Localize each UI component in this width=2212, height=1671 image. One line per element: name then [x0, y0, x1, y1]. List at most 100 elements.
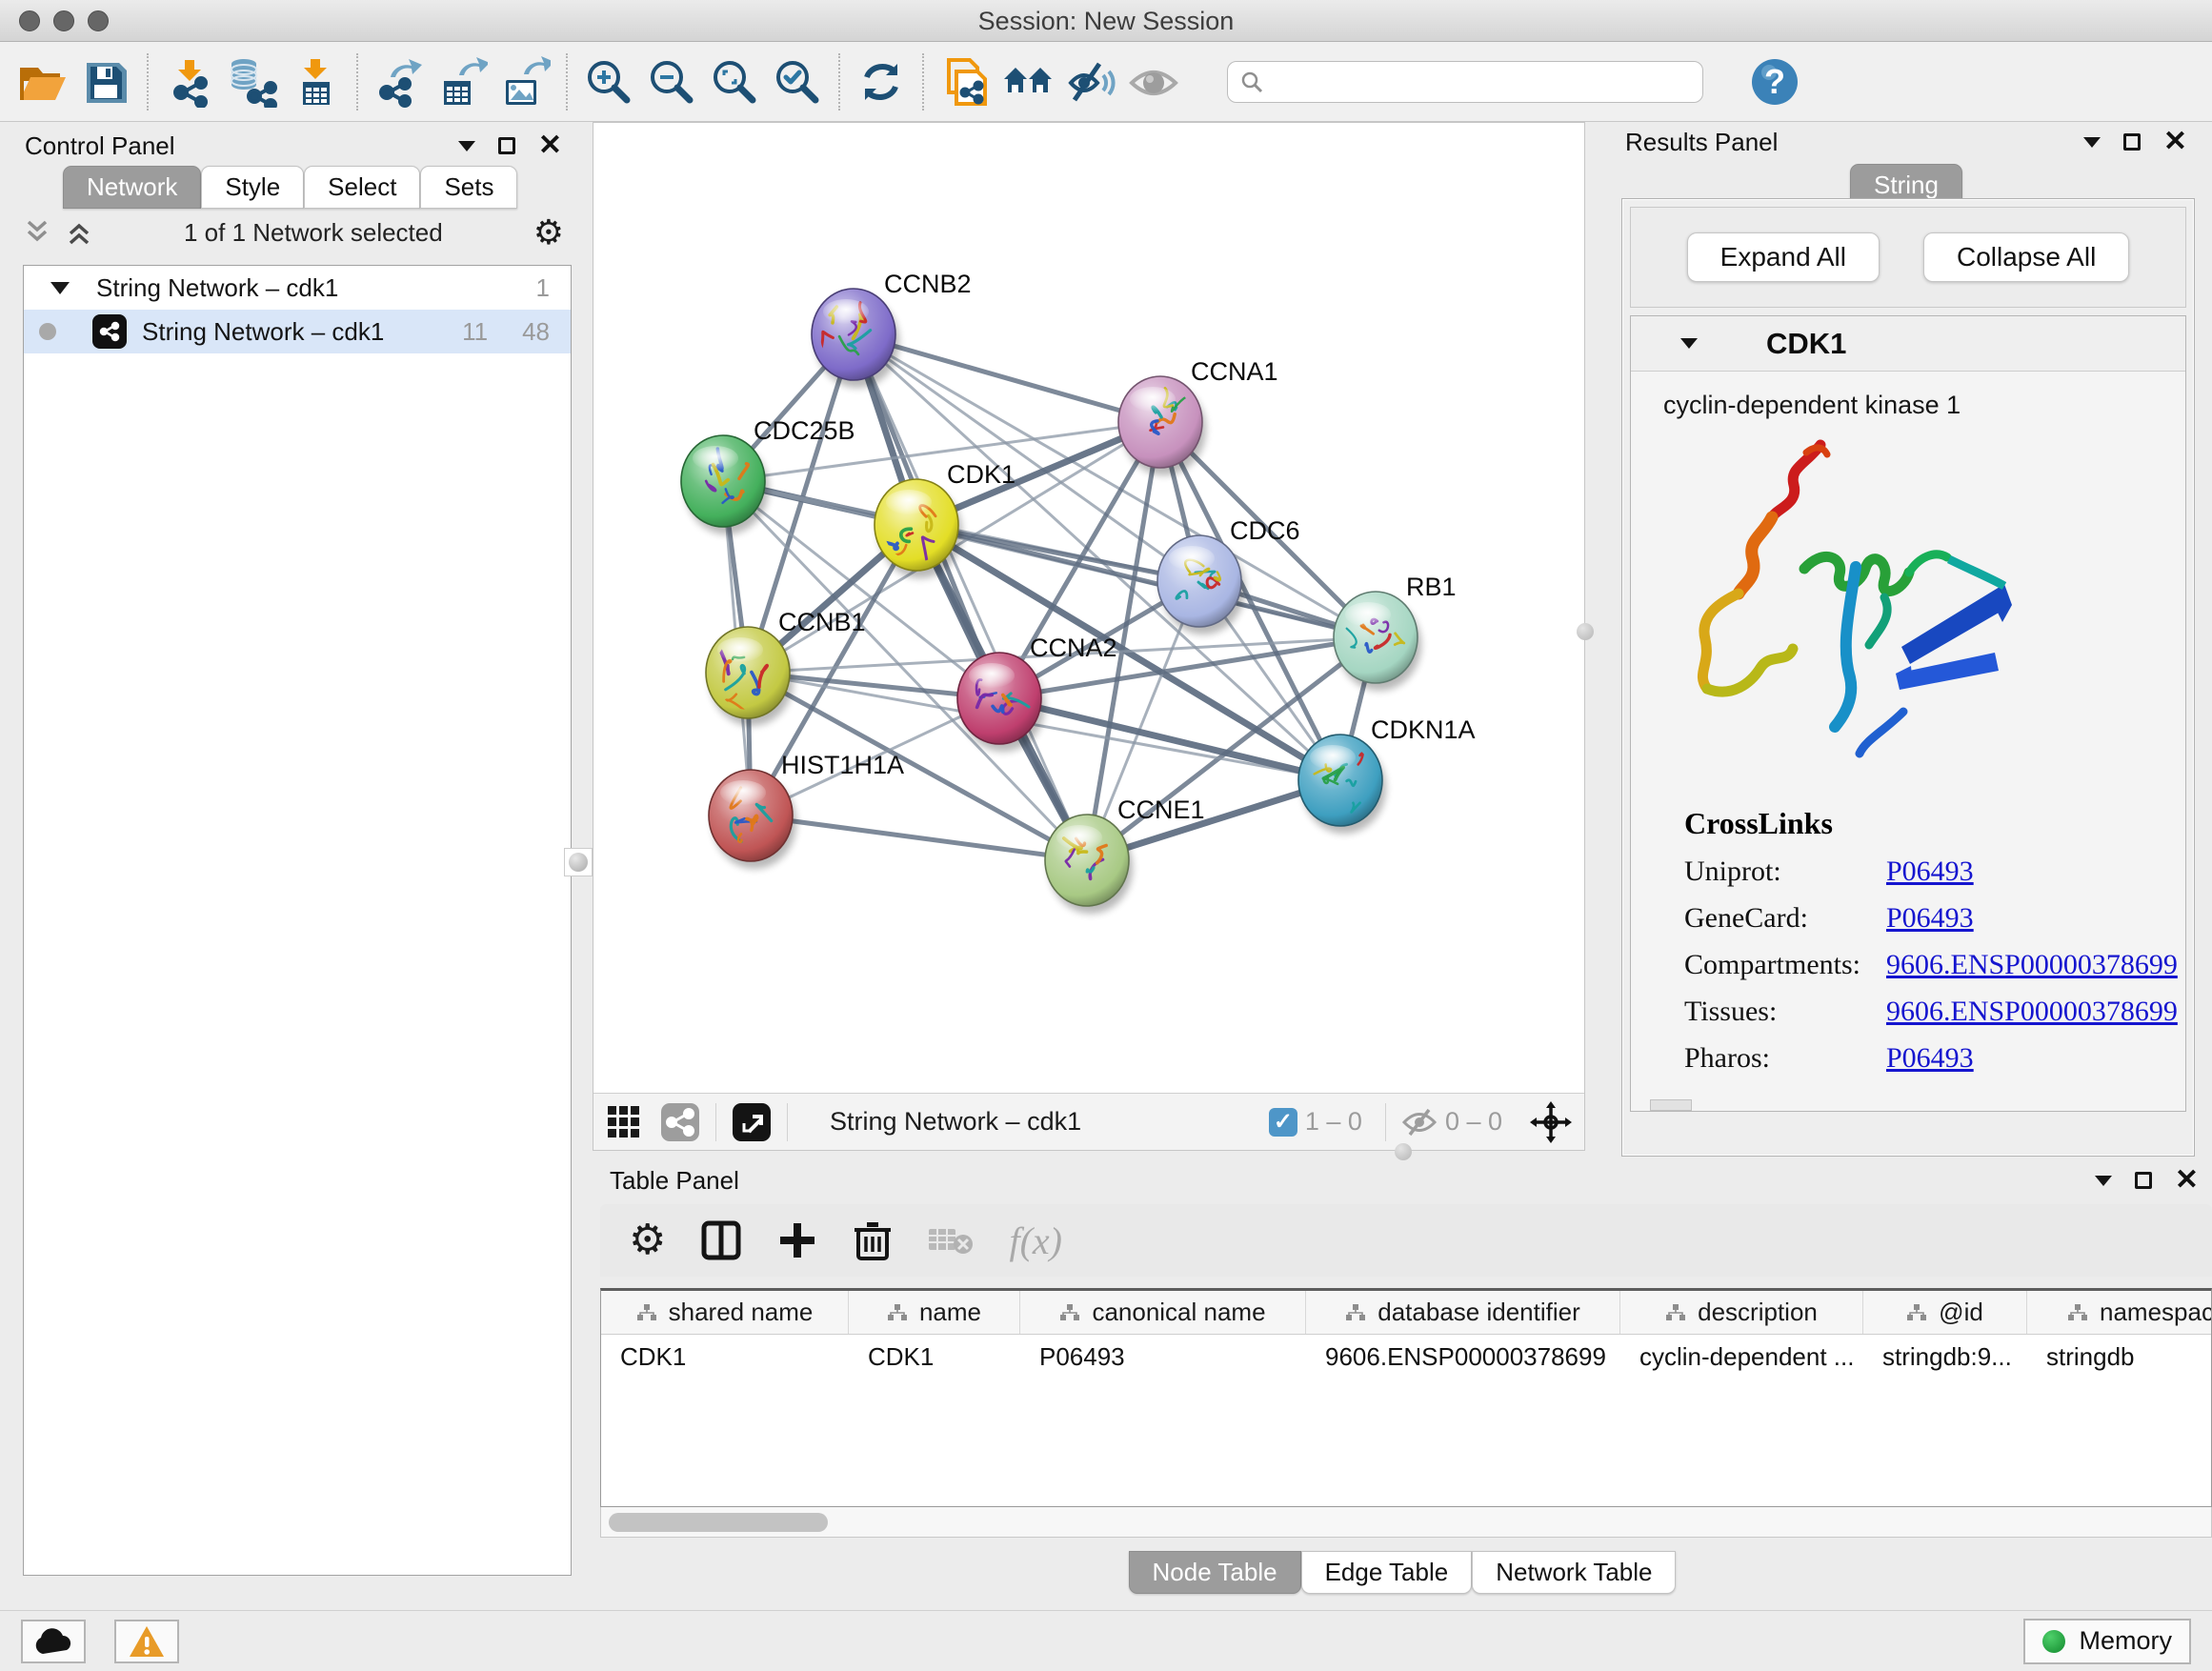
- column-header[interactable]: description: [1620, 1291, 1863, 1334]
- export-network-icon[interactable]: [368, 50, 431, 113]
- crosslink-value[interactable]: 9606.ENSP00000378699: [1886, 949, 2178, 981]
- open-session-icon[interactable]: [11, 50, 74, 113]
- table-cell[interactable]: stringdb:9...: [1863, 1335, 2027, 1379]
- import-table-icon[interactable]: [284, 50, 347, 113]
- node-CDC6[interactable]: CDC6: [1157, 516, 1300, 634]
- expand-all-icon[interactable]: [65, 216, 93, 249]
- cloud-button[interactable]: [21, 1620, 86, 1663]
- network-options-gear-icon[interactable]: ⚙: [533, 215, 564, 250]
- hide-graphics-details-icon[interactable]: [1059, 50, 1122, 113]
- clone-network-icon[interactable]: [934, 50, 996, 113]
- detach-view-icon[interactable]: [732, 1102, 772, 1142]
- memory-button[interactable]: Memory: [2023, 1619, 2191, 1664]
- edge-CCNA2-CDKN1A[interactable]: [999, 698, 1340, 780]
- float-panel-icon[interactable]: [2123, 133, 2141, 151]
- column-header[interactable]: namespace: [2027, 1291, 2212, 1334]
- node-HIST1H1A[interactable]: HIST1H1A: [709, 751, 904, 869]
- panel-menu-icon[interactable]: [2095, 1176, 2112, 1186]
- zoom-in-icon[interactable]: [577, 50, 640, 113]
- network-collection-row[interactable]: String Network – cdk1 1: [24, 266, 571, 310]
- crosslink-value[interactable]: 9606.ENSP00000378699: [1886, 996, 2178, 1028]
- table-cell[interactable]: CDK1: [849, 1335, 1020, 1379]
- table-horizontal-scrollbar[interactable]: [600, 1507, 2212, 1538]
- column-header[interactable]: shared name: [601, 1291, 849, 1334]
- edge-HIST1H1A-CCNE1[interactable]: [751, 815, 1087, 860]
- column-header[interactable]: name: [849, 1291, 1020, 1334]
- navigate-crosshair-icon[interactable]: [1529, 1100, 1573, 1144]
- crosslink-label: Pharos:: [1684, 1042, 1886, 1075]
- panel-menu-icon[interactable]: [2083, 137, 2101, 148]
- network-graph[interactable]: CCNB2CCNA1CDC25BCDK1CDC6RB1CCNB1CCNA2CDK…: [593, 123, 1584, 1093]
- export-table-icon[interactable]: [431, 50, 493, 113]
- warnings-button[interactable]: [114, 1620, 179, 1663]
- tab-network[interactable]: Network: [63, 166, 201, 209]
- control-panel-title: Control Panel: [25, 131, 175, 161]
- node-CDKN1A[interactable]: CDKN1A: [1298, 715, 1476, 834]
- float-panel-icon[interactable]: [2135, 1172, 2152, 1189]
- network-row[interactable]: String Network – cdk1 11 48: [24, 310, 571, 353]
- show-all-networks-icon[interactable]: [996, 50, 1059, 113]
- vertical-splitter-handle[interactable]: [564, 848, 593, 876]
- table-cell[interactable]: CDK1: [601, 1335, 849, 1379]
- gene-header[interactable]: CDK1: [1631, 316, 2185, 372]
- column-header[interactable]: @id: [1863, 1291, 2027, 1334]
- tab-node-table[interactable]: Node Table: [1129, 1551, 1301, 1594]
- hidden-items-eye-icon: [1401, 1108, 1438, 1137]
- help-icon[interactable]: ?: [1743, 50, 1806, 113]
- table-cell[interactable]: stringdb: [2027, 1335, 2212, 1379]
- zoom-out-icon[interactable]: [640, 50, 703, 113]
- crosslink-value[interactable]: P06493: [1886, 902, 1974, 935]
- float-panel-icon[interactable]: [498, 137, 515, 154]
- delete-column-icon[interactable]: [853, 1218, 893, 1262]
- close-panel-icon[interactable]: ✕: [538, 131, 562, 160]
- export-image-icon[interactable]: [493, 50, 556, 113]
- panel-menu-icon[interactable]: [458, 141, 475, 151]
- node-CDK1[interactable]: CDK1: [875, 460, 1016, 578]
- tab-network-table[interactable]: Network Table: [1472, 1551, 1676, 1594]
- collection-expander-icon[interactable]: [50, 282, 70, 294]
- selected-items-checkbox-icon[interactable]: ✓: [1269, 1108, 1297, 1137]
- collapse-all-button[interactable]: Collapse All: [1923, 232, 2129, 282]
- table-cell[interactable]: P06493: [1020, 1335, 1306, 1379]
- close-window-button[interactable]: [19, 10, 40, 31]
- tab-edge-table[interactable]: Edge Table: [1301, 1551, 1473, 1594]
- horizontal-splitter-handle[interactable]: [1395, 1143, 1412, 1160]
- import-network-icon[interactable]: [158, 50, 221, 113]
- tab-sets[interactable]: Sets: [420, 166, 517, 209]
- table-cell[interactable]: 9606.ENSP00000378699: [1306, 1335, 1620, 1379]
- zoom-selected-icon[interactable]: [766, 50, 829, 113]
- show-columns-icon[interactable]: [700, 1219, 742, 1261]
- scrollbar-thumb[interactable]: [609, 1513, 828, 1532]
- edge-CCNB2-CCNE1[interactable]: [854, 334, 1087, 860]
- crosslink-value[interactable]: P06493: [1886, 856, 1974, 888]
- results-scrollbar-notch[interactable]: [1650, 1099, 1692, 1111]
- tab-select[interactable]: Select: [304, 166, 420, 209]
- import-network-from-database-icon[interactable]: [221, 50, 284, 113]
- save-session-icon[interactable]: [74, 50, 137, 113]
- table-row[interactable]: CDK1CDK1P064939606.ENSP00000378699cyclin…: [601, 1335, 2211, 1379]
- hidden-count: 0 – 0: [1445, 1107, 1502, 1137]
- table-options-gear-icon[interactable]: ⚙: [629, 1219, 666, 1261]
- node-RB1[interactable]: RB1: [1334, 573, 1457, 691]
- add-column-icon[interactable]: [776, 1219, 818, 1261]
- close-panel-icon[interactable]: ✕: [2163, 128, 2187, 156]
- expand-all-button[interactable]: Expand All: [1687, 232, 1880, 282]
- table-cell[interactable]: cyclin-dependent ...: [1620, 1335, 1863, 1379]
- zoom-fit-icon[interactable]: [703, 50, 766, 113]
- node-label-RB1: RB1: [1406, 573, 1457, 601]
- crosslink-value[interactable]: P06493: [1886, 1042, 1974, 1075]
- birdseye-view-icon[interactable]: [605, 1103, 643, 1141]
- search-input[interactable]: [1274, 67, 1691, 96]
- tab-style[interactable]: Style: [201, 166, 304, 209]
- gene-expander-icon[interactable]: [1680, 338, 1698, 349]
- network-share-icon[interactable]: [660, 1102, 700, 1142]
- maximize-window-button[interactable]: [88, 10, 109, 31]
- column-header[interactable]: database identifier: [1306, 1291, 1620, 1334]
- right-splitter-handle[interactable]: [1577, 623, 1594, 640]
- node-CCNE1[interactable]: CCNE1: [1045, 795, 1205, 914]
- close-panel-icon[interactable]: ✕: [2175, 1166, 2199, 1195]
- minimize-window-button[interactable]: [53, 10, 74, 31]
- refresh-icon[interactable]: [850, 50, 913, 113]
- collapse-all-icon[interactable]: [23, 216, 51, 249]
- column-header[interactable]: canonical name: [1020, 1291, 1306, 1334]
